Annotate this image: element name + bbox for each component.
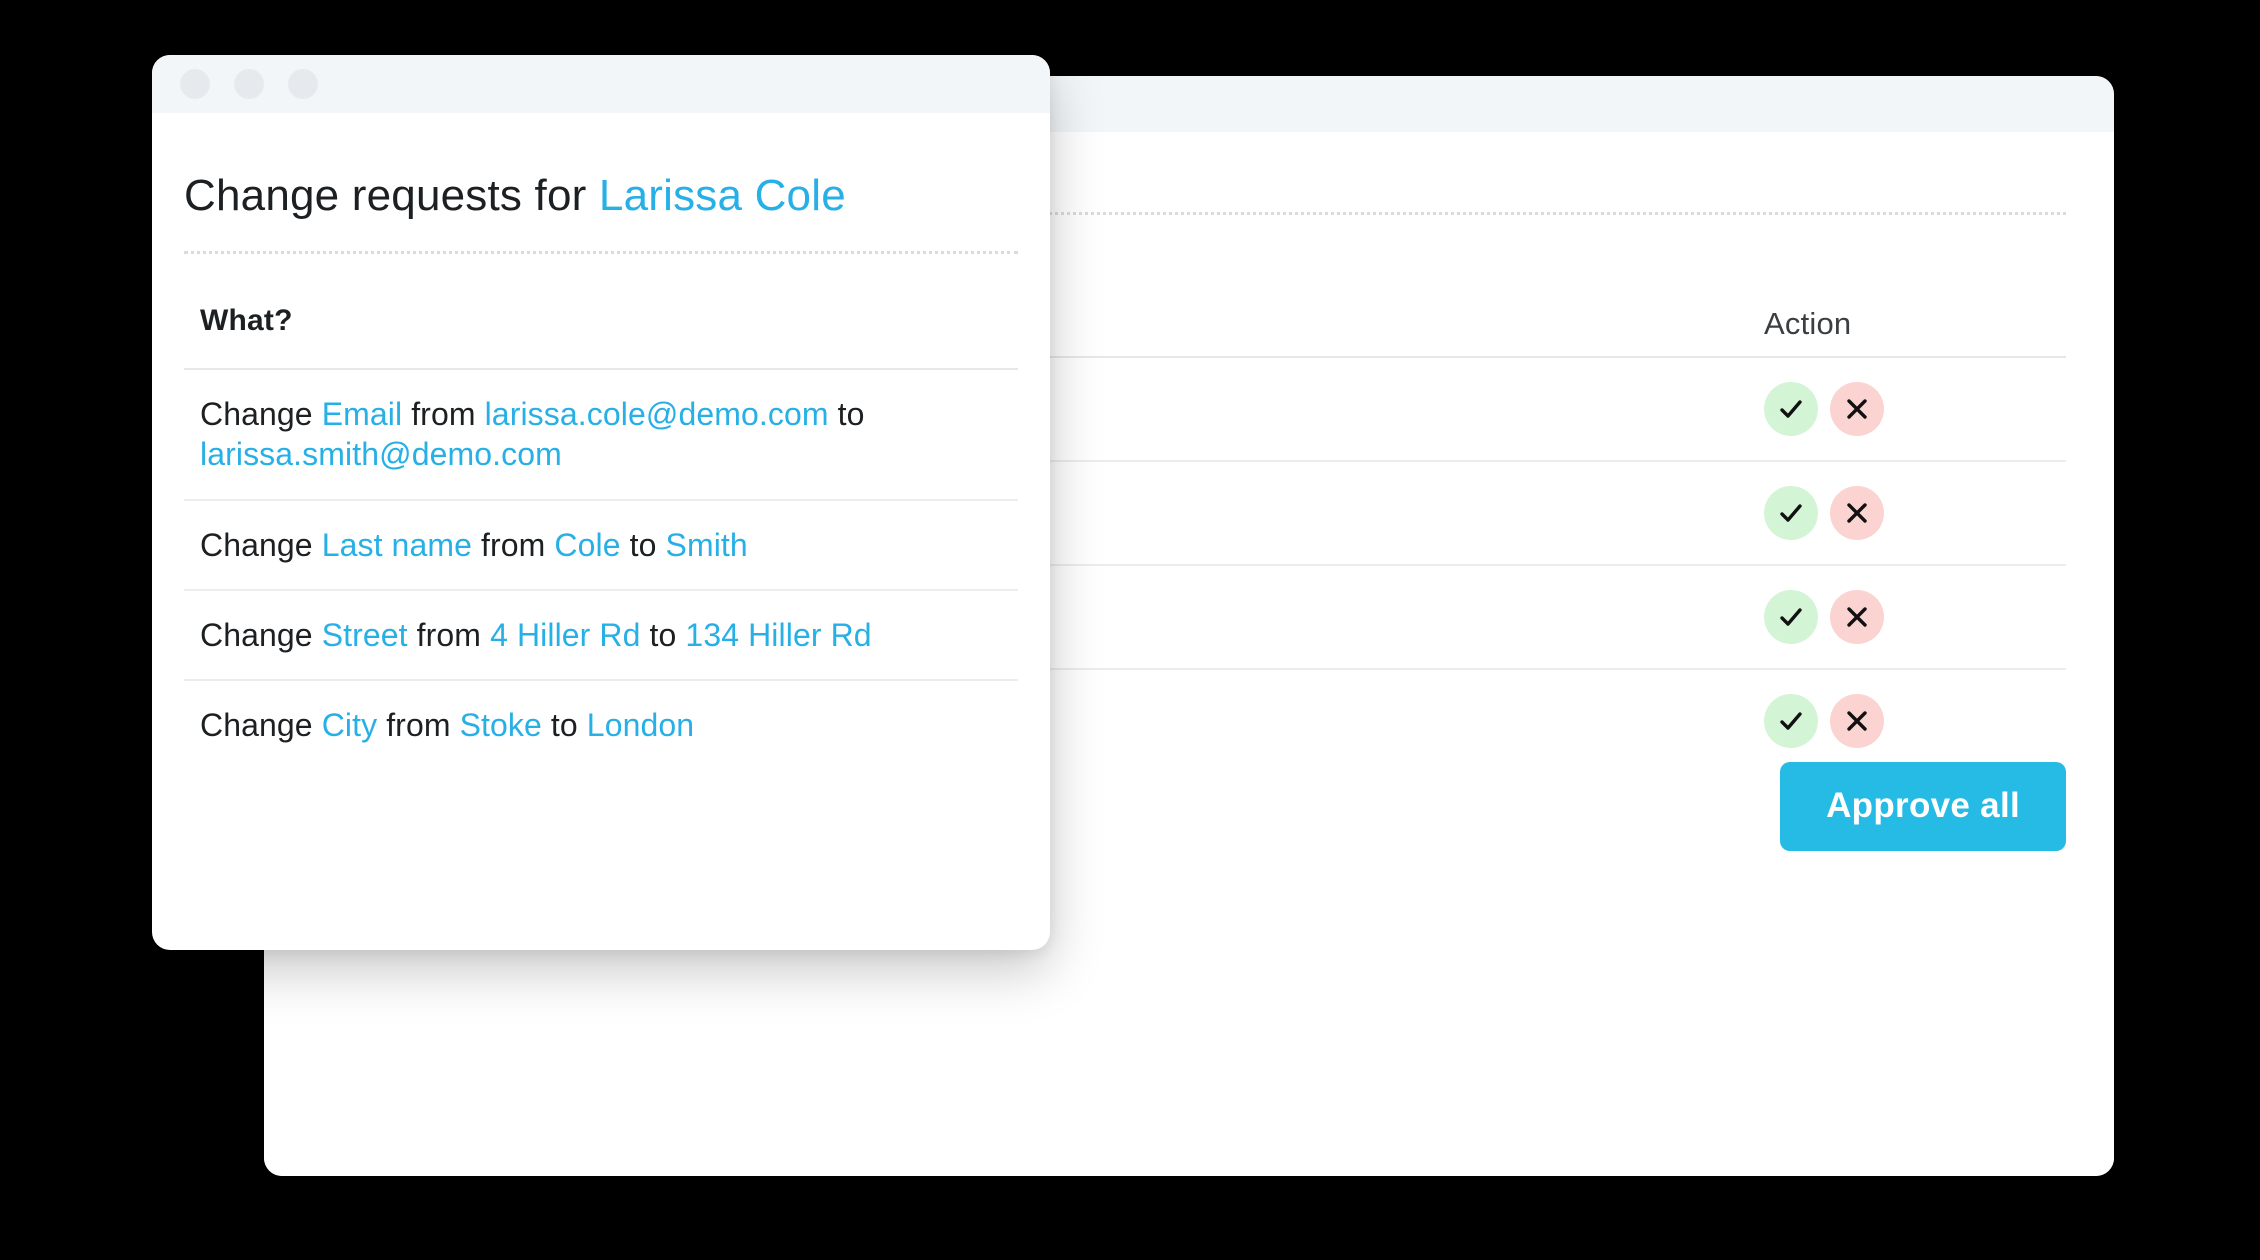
change-field: City [321, 707, 378, 744]
action-button-group [1764, 590, 2066, 644]
modal-title-prefix: Change requests for [184, 171, 599, 220]
action-button-group [1764, 382, 2066, 436]
change-from-word: from [472, 526, 555, 563]
change-to-word: to [620, 526, 666, 563]
close-icon [1843, 395, 1871, 423]
change-request-item: Change Email from larissa.cole@demo.com … [184, 370, 1018, 501]
close-icon [1843, 707, 1871, 735]
change-lead: Change [200, 526, 322, 563]
maximize-dot-icon[interactable] [288, 69, 318, 99]
modal-title: Change requests for Larissa Cole [184, 113, 1018, 251]
approve-button[interactable] [1764, 590, 1818, 644]
change-to-value: larissa.smith@demo.com [200, 436, 562, 473]
reject-button[interactable] [1830, 694, 1884, 748]
change-from-value: larissa.cole@demo.com [484, 396, 829, 432]
change-from-word: from [377, 707, 460, 744]
approve-all-button[interactable]: Approve all [1780, 762, 2066, 851]
change-to-value: London [586, 707, 695, 744]
table-cell-action [1646, 486, 2066, 540]
approve-button[interactable] [1764, 382, 1818, 436]
column-header-what: What? [184, 254, 1018, 370]
reject-button[interactable] [1830, 486, 1884, 540]
table-cell-action [1646, 382, 2066, 436]
change-field: Last name [321, 526, 473, 563]
change-from-value: 4 Hiller Rd [490, 616, 641, 653]
check-icon [1777, 499, 1805, 527]
change-to-value: 134 Hiller Rd [685, 616, 872, 653]
reject-button[interactable] [1830, 382, 1884, 436]
action-button-group [1764, 486, 2066, 540]
change-to-word: to [640, 616, 686, 653]
action-button-group [1764, 694, 2066, 748]
change-request-item: Change Last name from Cole to Smith [184, 501, 1018, 591]
check-icon [1777, 395, 1805, 423]
change-field: Street [321, 616, 408, 653]
close-dot-icon[interactable] [180, 69, 210, 99]
change-from-value: Cole [554, 526, 621, 563]
change-to-value: Smith [665, 526, 748, 563]
change-requests-modal: Change requests for Larissa Cole What? C… [152, 55, 1050, 950]
check-icon [1777, 707, 1805, 735]
approve-button[interactable] [1764, 694, 1818, 748]
change-to-word: to [828, 396, 865, 432]
table-cell-action [1646, 694, 2066, 748]
change-to-word: to [541, 707, 587, 744]
change-from-word: from [402, 396, 485, 432]
change-lead: Change [200, 616, 322, 653]
change-request-item: Change City from Stoke to London [184, 681, 1018, 769]
modal-titlebar [152, 55, 1050, 113]
change-field: Email [321, 396, 403, 432]
change-lead: Change [200, 707, 322, 744]
close-icon [1843, 603, 1871, 631]
modal-title-person: Larissa Cole [598, 171, 846, 220]
change-lead: Change [200, 396, 322, 432]
close-icon [1843, 499, 1871, 527]
reject-button[interactable] [1830, 590, 1884, 644]
approve-button[interactable] [1764, 486, 1818, 540]
change-request-item: Change Street from 4 Hiller Rd to 134 Hi… [184, 591, 1018, 682]
minimize-dot-icon[interactable] [234, 69, 264, 99]
table-cell-action [1646, 590, 2066, 644]
change-from-value: Stoke [459, 707, 542, 744]
table-header-action-cell: Action [1646, 306, 2066, 342]
check-icon [1777, 603, 1805, 631]
column-header-action: Action [1764, 306, 1852, 341]
change-from-word: from [407, 616, 491, 653]
modal-body: Change requests for Larissa Cole What? C… [152, 113, 1050, 770]
